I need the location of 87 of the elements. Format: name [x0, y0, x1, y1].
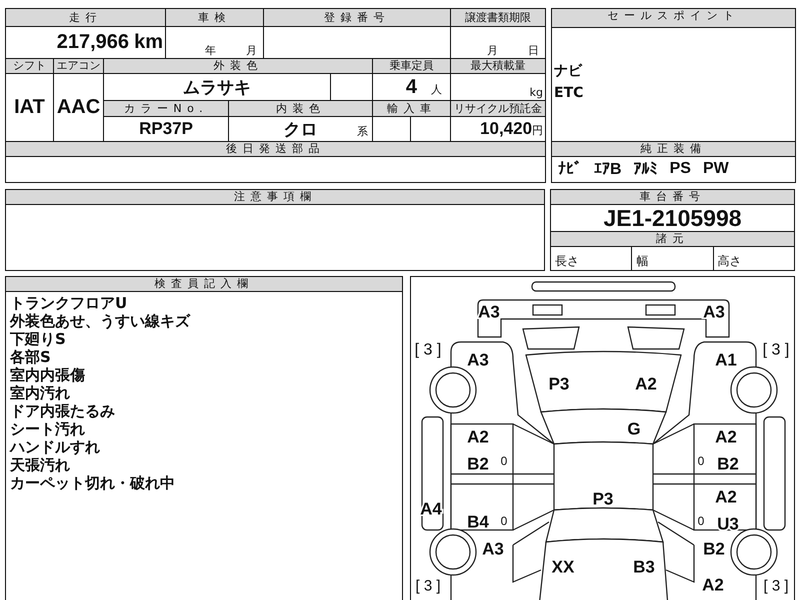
damage-code: B4 — [467, 512, 489, 532]
column-header: 車検 — [166, 8, 264, 26]
equipment-item: ﾅﾋﾞ — [558, 160, 582, 178]
column-header: 最大積載量 — [450, 58, 546, 74]
damage-code: A2 — [715, 488, 737, 506]
inspector-note: トランクフロアU — [10, 294, 128, 312]
inspector-note: 外装色あせ、うすい線キズ — [10, 312, 192, 330]
air-conditioner-value: AAC — [56, 96, 100, 118]
column-header: シフト — [6, 58, 54, 74]
inspector-note: 天張汚れ — [10, 456, 71, 474]
section-header: 注意事項欄 — [6, 190, 544, 205]
equipment-item: PS — [670, 160, 691, 178]
inspector-note: カーペット切れ・破れ中 — [10, 474, 176, 492]
damage-code: U3 — [717, 514, 739, 534]
inspector-note: シート汚れ — [10, 420, 86, 438]
damage-code: A2 — [715, 428, 737, 446]
section-header: 純正装備 — [552, 142, 796, 157]
damage-code: A2 — [467, 428, 489, 446]
column-header: 登録番号 — [264, 8, 451, 26]
color-number-value: RP37P — [139, 119, 193, 138]
sales-point: ナビ — [554, 62, 584, 81]
damage-code: P3 — [592, 490, 614, 508]
unit-label: 円 — [532, 124, 544, 137]
unit-label: 日 — [528, 43, 540, 58]
field-label: 長さ — [555, 254, 579, 268]
inspector-note: 室内内張傷 — [10, 366, 86, 384]
unit-label: 人 — [431, 82, 442, 96]
column-header: リサイクル預託金 — [450, 100, 546, 116]
inspector-note: 下廻りS — [10, 330, 67, 348]
column-header: カラーNo. — [104, 100, 229, 116]
damage-code: XX — [552, 558, 574, 576]
shift-value: IAT — [14, 96, 45, 118]
capacity-value: 4 — [406, 76, 418, 98]
exterior-color-value: ムラサキ — [183, 78, 252, 96]
column-header: 乗車定員 — [372, 58, 451, 74]
column-header: エアコン — [54, 58, 104, 74]
unit-label: 系 — [357, 124, 368, 139]
section-header: セールスポイント — [552, 9, 796, 28]
field-label: 高さ — [718, 254, 742, 268]
equipment-item: ｴｱB — [594, 160, 622, 178]
damage-code: 0 — [500, 454, 508, 468]
field-label: 幅 — [636, 254, 648, 268]
damage-code: 0 — [698, 514, 704, 528]
damage-code: A3 — [482, 540, 504, 558]
damage-code: B3 — [633, 558, 655, 576]
inspector-note: 室内汚れ — [10, 384, 71, 402]
sales-point: ETC — [554, 84, 584, 103]
column-header: 走行 — [6, 8, 166, 26]
damage-code: A2 — [635, 374, 657, 394]
equipment-item: ｱﾙﾐ — [634, 160, 658, 178]
damage-code: B2 — [703, 540, 725, 558]
column-header: 外装色 — [104, 58, 373, 74]
unit-label: 月 — [487, 43, 498, 58]
interior-color-value: クロ — [284, 120, 318, 138]
column-header: 内装色 — [228, 100, 373, 116]
damage-code: P3 — [548, 374, 570, 394]
inspector-note: 各部S — [10, 348, 52, 366]
damage-code: A2 — [702, 576, 724, 594]
damage-code: A3 — [478, 302, 500, 322]
damage-code: A3 — [467, 350, 489, 370]
unit-label: 月 — [246, 43, 258, 58]
section-header: 車台番号 — [551, 190, 794, 205]
recycling-deposit-value: 10,420 — [480, 119, 532, 138]
unit-label: kg — [530, 86, 544, 99]
column-header: 譲渡書類期限 — [450, 8, 546, 26]
damage-code: B2 — [467, 454, 489, 474]
column-header: 後日発送部品 — [6, 142, 546, 156]
damage-code: G — [627, 420, 641, 438]
damage-code: [ 3 ] — [416, 578, 440, 594]
chassis-number: JE1-2105998 — [603, 205, 742, 231]
section-header: 諸元 — [551, 231, 794, 247]
damage-code: 0 — [500, 514, 508, 528]
damage-code: B2 — [717, 454, 739, 474]
mileage-value: 217,966 — [56, 31, 130, 53]
damage-code: 0 — [698, 454, 704, 468]
unit-label: 年 — [205, 43, 216, 58]
damage-code: A1 — [715, 350, 737, 370]
equipment-item: PW — [702, 160, 729, 178]
inspector-note: ハンドルすれ — [10, 438, 101, 456]
damage-code: [ 3 ] — [764, 578, 788, 594]
damage-code: [ 3 ] — [414, 342, 442, 358]
damage-code: [ 3 ] — [762, 342, 790, 358]
damage-code: A3 — [703, 302, 725, 322]
column-header: 輸入車 — [372, 100, 451, 116]
inspector-note: ドア内張たるみ — [10, 402, 116, 420]
unit-label: km — [134, 31, 164, 53]
section-header: 検査員記入欄 — [6, 277, 402, 292]
